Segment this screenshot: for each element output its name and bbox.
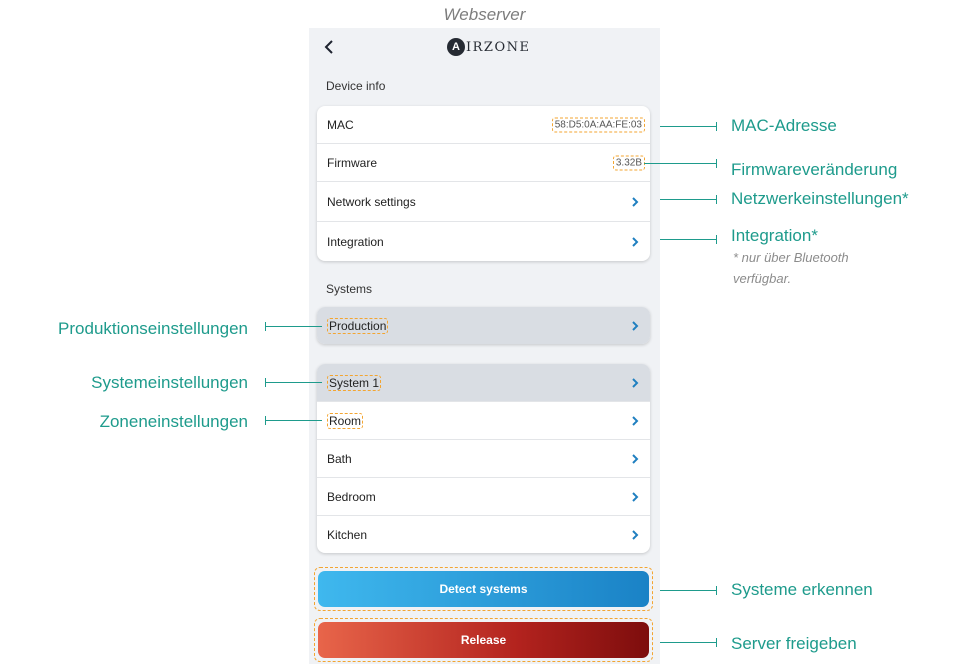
zone-label: Kitchen <box>327 527 368 542</box>
annotation-tick <box>716 235 717 244</box>
production-card: Production <box>317 307 650 344</box>
system-label: System 1 <box>327 374 382 391</box>
chevron-right-icon <box>630 196 640 208</box>
annotation-tick <box>716 638 717 647</box>
integration-row[interactable]: Integration <box>317 222 650 261</box>
annotation-line <box>660 590 717 591</box>
systems-card: System 1 Room Bath Bedroom Kitchen <box>317 364 650 553</box>
chevron-right-icon <box>630 453 640 465</box>
firmware-value: 3.32B <box>612 155 645 170</box>
integration-label: Integration <box>327 234 384 249</box>
detect-highlight: Detect systems <box>314 567 653 611</box>
annotation-tick <box>716 586 717 595</box>
mac-row: MAC 58:D5:0A:AA:FE:03 <box>317 106 650 144</box>
note-line-1: * nur über Bluetooth <box>733 250 849 265</box>
chevron-right-icon <box>630 377 640 389</box>
device-info-card: MAC 58:D5:0A:AA:FE:03 Firmware 3.32B Net… <box>317 106 650 261</box>
note-line-2: verfügbar. <box>733 271 792 286</box>
zone-label: Bath <box>327 451 352 466</box>
annotation-tick <box>716 159 717 168</box>
chevron-right-icon <box>630 415 640 427</box>
mac-value: 58:D5:0A:AA:FE:03 <box>551 117 645 132</box>
zone-row-kitchen[interactable]: Kitchen <box>317 516 650 553</box>
production-row[interactable]: Production <box>317 307 650 344</box>
annotation-line <box>265 420 322 421</box>
system-row[interactable]: System 1 <box>317 364 650 402</box>
webserver-caption: Webserver <box>443 5 526 24</box>
chevron-right-icon <box>630 491 640 503</box>
annotation-detect: Systeme erkennen <box>731 580 873 599</box>
annotation-line <box>660 199 717 200</box>
chevron-left-icon[interactable] <box>321 36 341 58</box>
firmware-label: Firmware <box>327 155 377 170</box>
annotation-production: Produktionseinstellungen <box>58 319 248 338</box>
zone-row-bath[interactable]: Bath <box>317 440 650 478</box>
zone-label: Room <box>327 412 364 429</box>
airzone-logo: A IRZONE <box>447 38 530 56</box>
annotation-system: Systemeinstellungen <box>91 373 248 392</box>
bluetooth-note: * nur über Bluetooth verfügbar. <box>733 247 849 289</box>
network-settings-row[interactable]: Network settings <box>317 182 650 222</box>
systems-label: Systems <box>326 282 373 296</box>
zone-row-room[interactable]: Room <box>317 402 650 440</box>
detect-systems-button[interactable]: Detect systems <box>318 571 649 607</box>
logo-badge: A <box>447 38 465 56</box>
network-settings-label: Network settings <box>327 194 416 209</box>
annotation-zone: Zoneneinstellungen <box>99 412 248 431</box>
firmware-row: Firmware 3.32B <box>317 144 650 182</box>
annotation-line <box>265 382 322 383</box>
annotation-integration: Integration* <box>731 226 818 245</box>
logo-text: IRZONE <box>466 39 531 55</box>
annotation-tick <box>716 122 717 131</box>
chevron-right-icon <box>630 236 640 248</box>
annotation-line <box>660 126 717 127</box>
release-highlight: Release <box>314 618 653 662</box>
annotation-firmware: Firmwareveränderung <box>731 160 898 179</box>
annotation-release: Server freigeben <box>731 634 857 653</box>
device-info-label: Device info <box>326 79 386 93</box>
annotation-network: Netzwerkeinstellungen* <box>731 189 909 208</box>
release-button[interactable]: Release <box>318 622 649 658</box>
annotation-line <box>644 163 717 164</box>
production-label: Production <box>327 317 389 334</box>
annotation-tick <box>716 195 717 204</box>
annotation-mac: MAC-Adresse <box>731 116 837 135</box>
top-bar: A IRZONE <box>309 28 660 70</box>
chevron-right-icon <box>630 529 640 541</box>
zone-row-bedroom[interactable]: Bedroom <box>317 478 650 516</box>
phone-screen: A IRZONE Device info MAC 58:D5:0A:AA:FE:… <box>309 28 660 664</box>
annotation-line <box>265 326 322 327</box>
mac-label: MAC <box>327 117 354 132</box>
annotation-line <box>660 642 717 643</box>
annotation-line <box>660 239 717 240</box>
chevron-right-icon <box>630 320 640 332</box>
zone-label: Bedroom <box>327 489 376 504</box>
